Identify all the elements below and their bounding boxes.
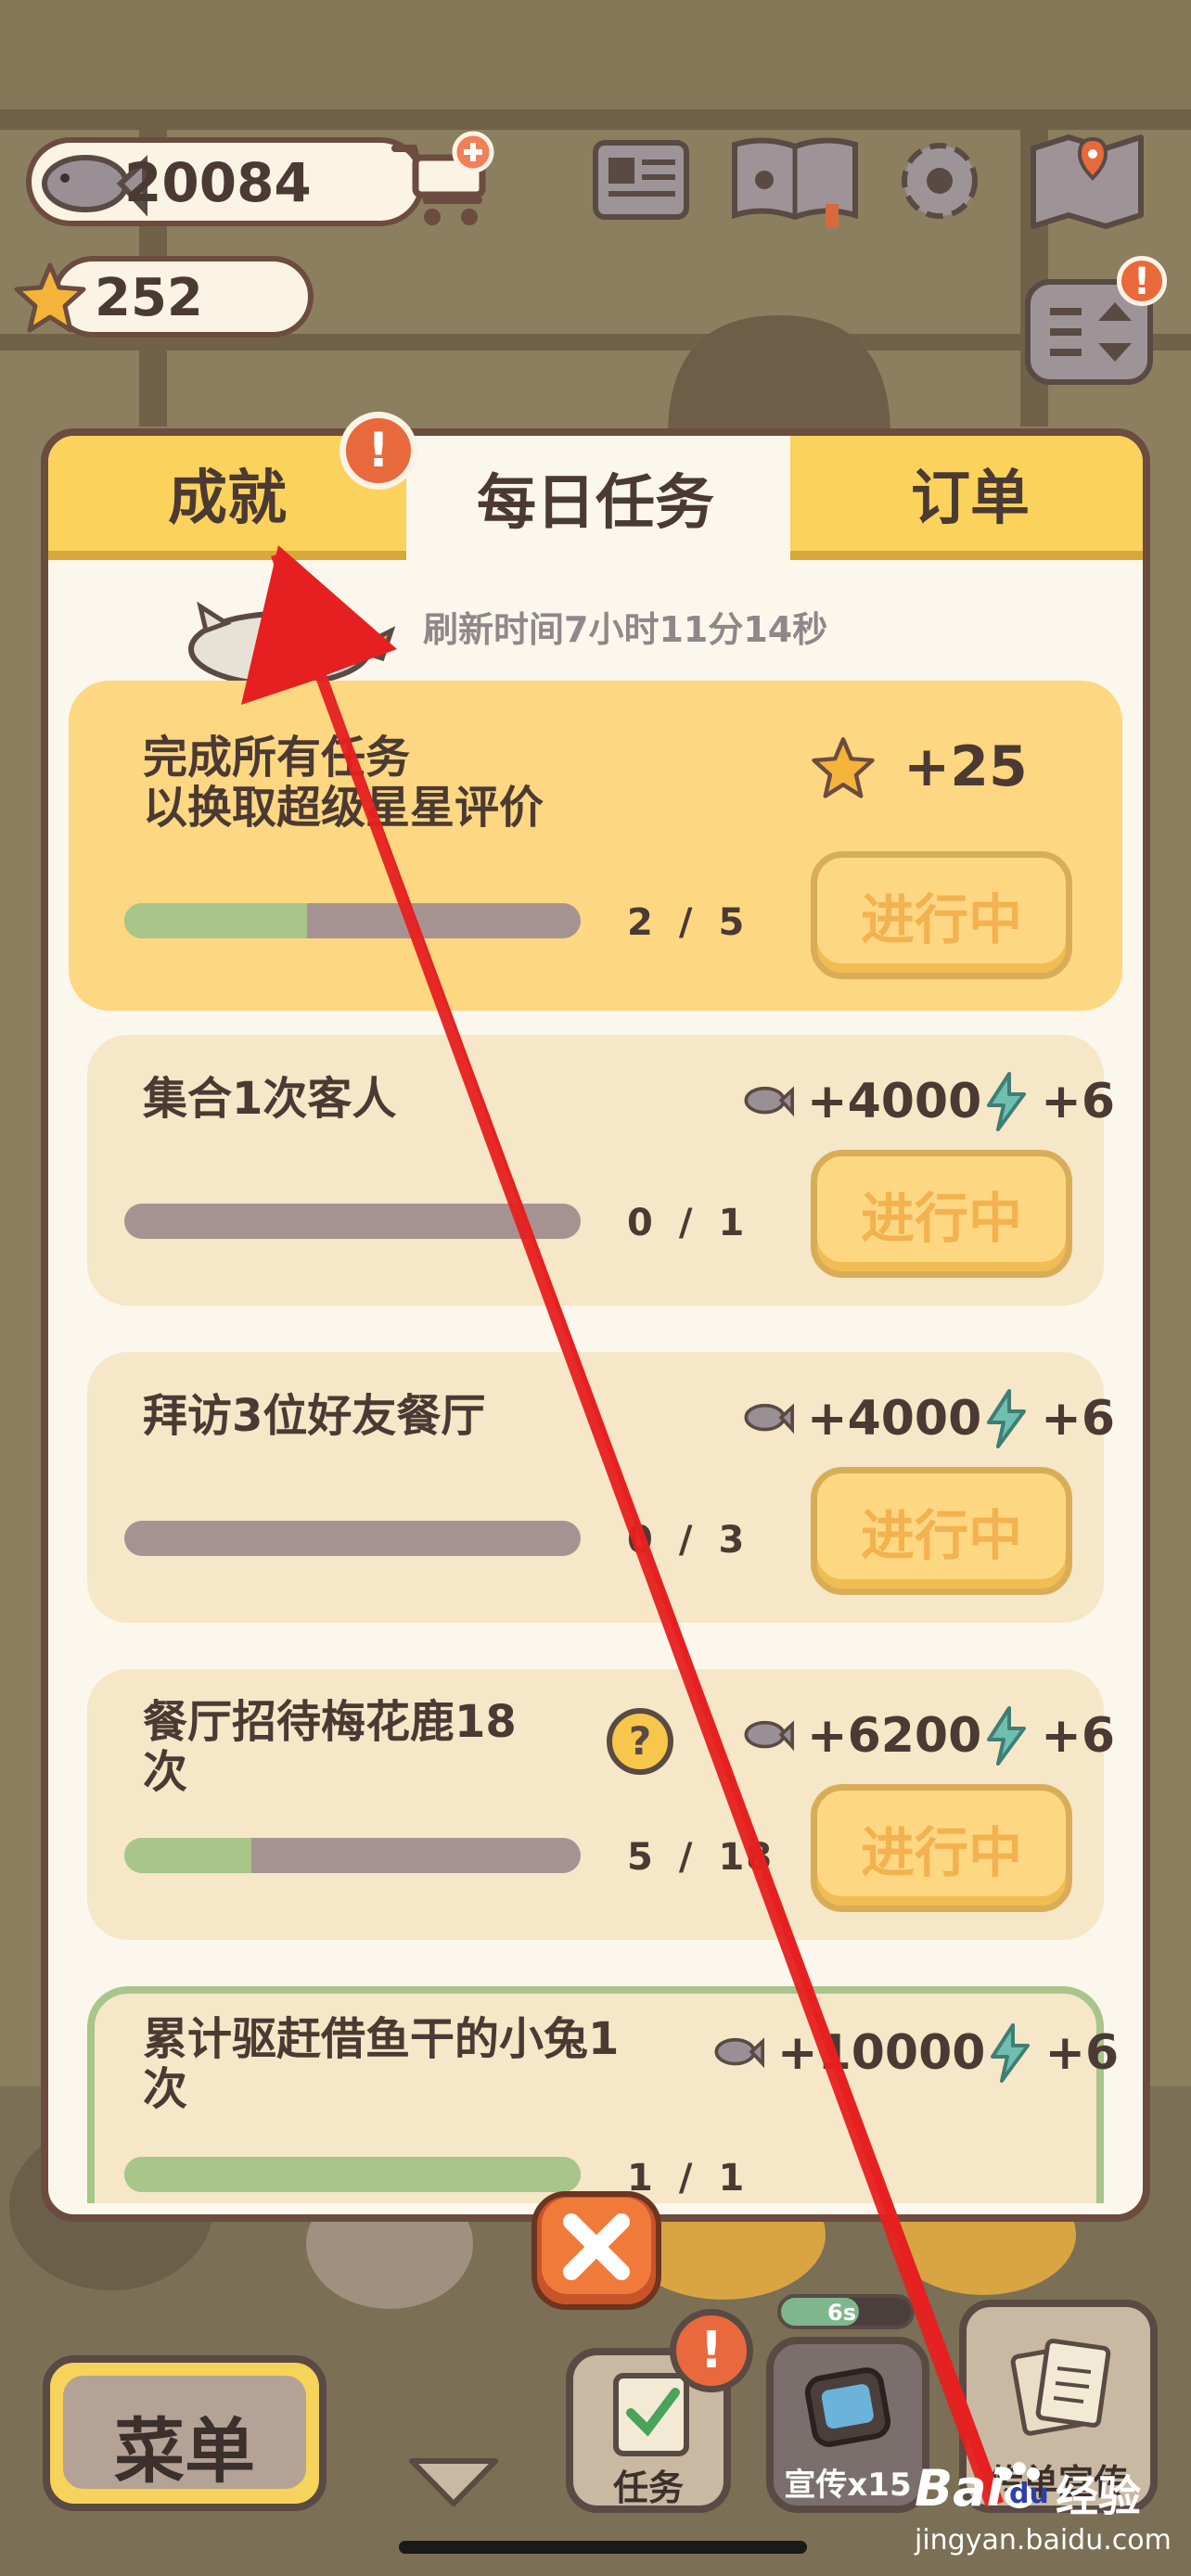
watermark-brand: Bai bbox=[915, 2459, 1005, 2518]
watermark-brand-2: du bbox=[1009, 2478, 1049, 2510]
annotation-arrow bbox=[241, 545, 1004, 2507]
watermark-cn: 经验 bbox=[1056, 2471, 1141, 2521]
watermark-url: jingyan.baidu.com bbox=[915, 2524, 1172, 2557]
baidu-watermark: Bai du 经验 jingyan.baidu.com bbox=[915, 2459, 1184, 2561]
